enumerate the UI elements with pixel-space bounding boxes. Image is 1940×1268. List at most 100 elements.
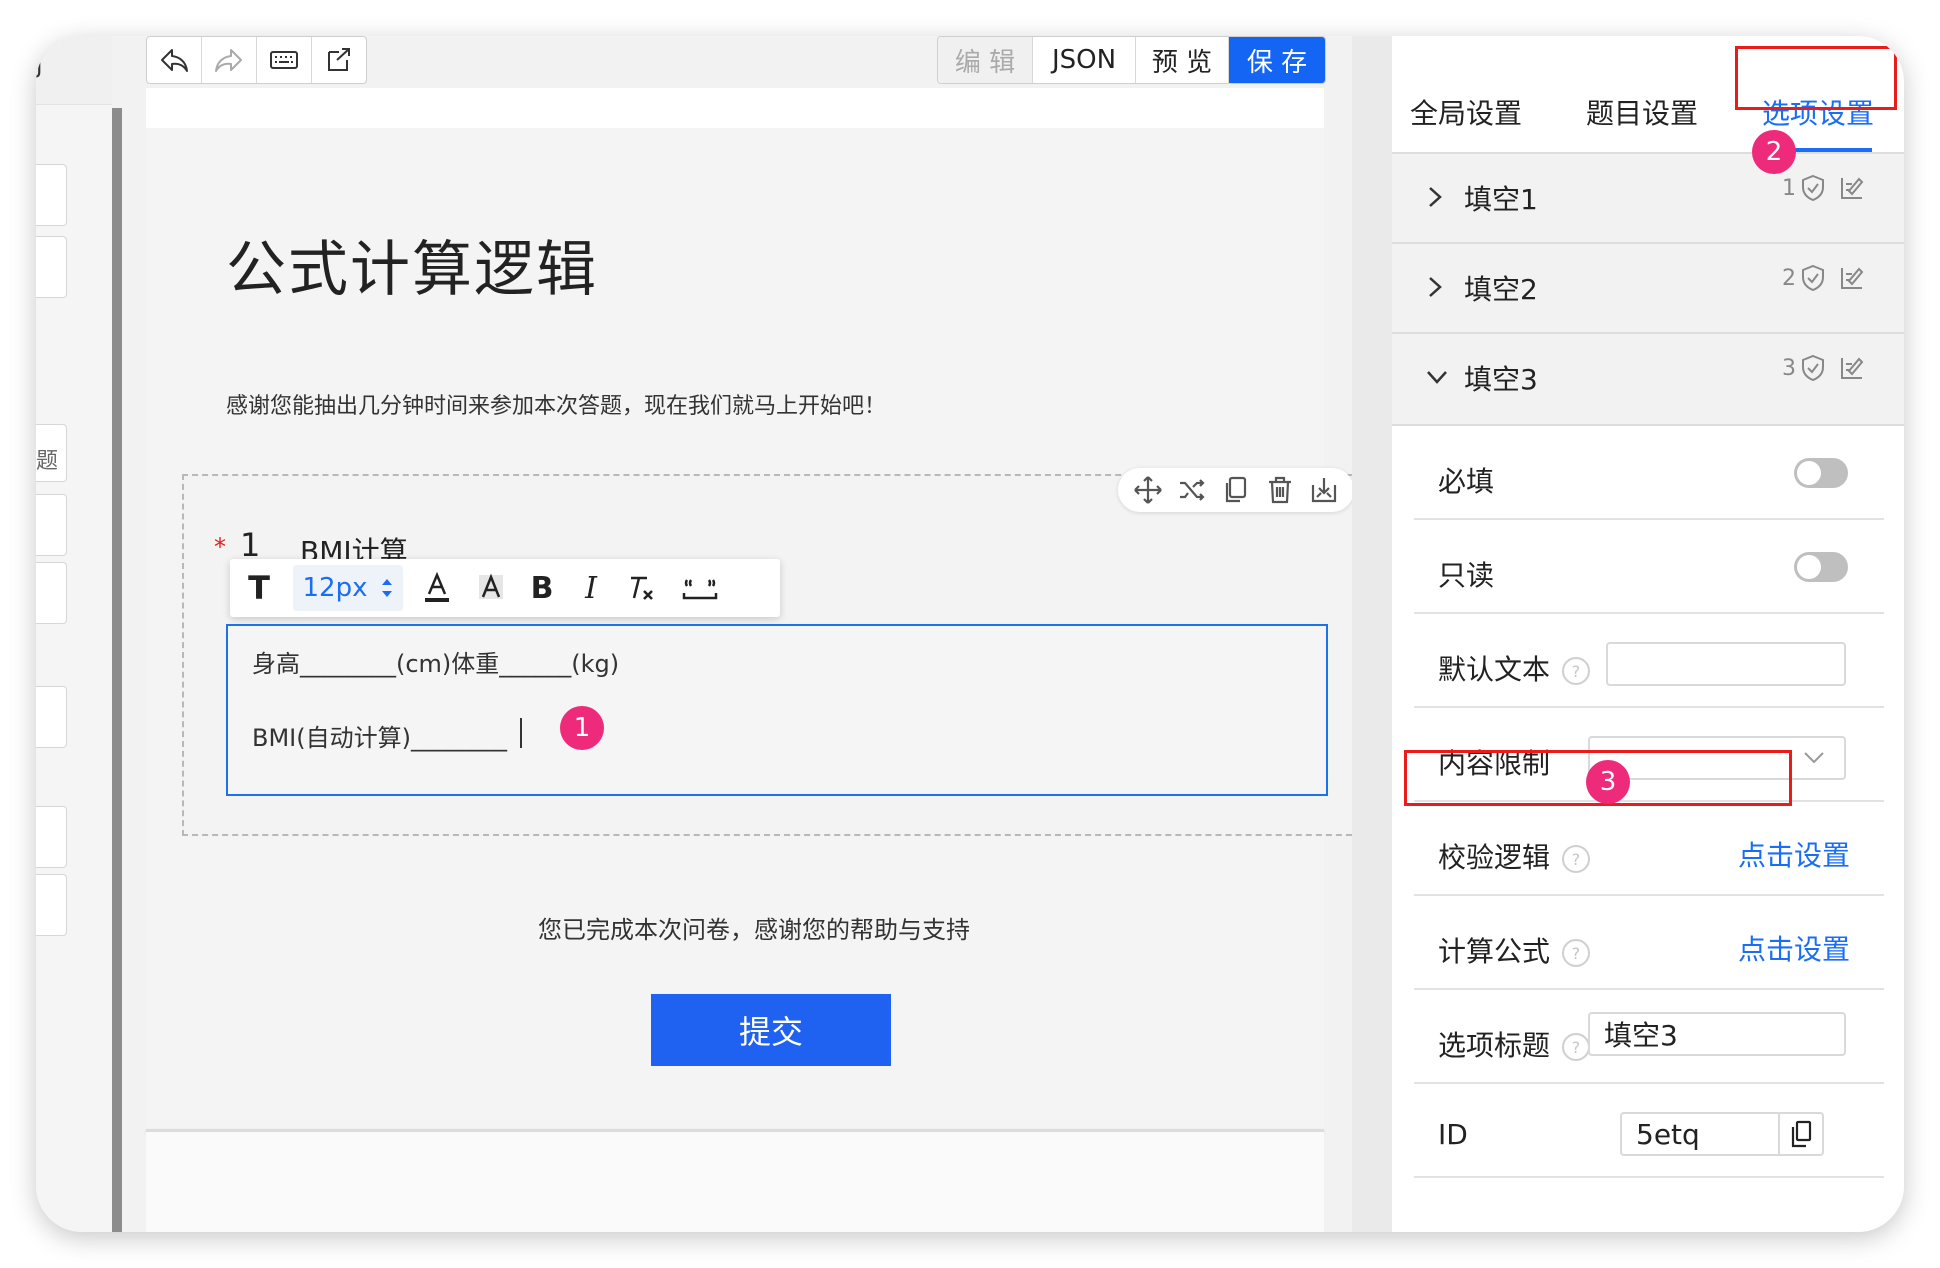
help-icon[interactable]: ? [1562, 657, 1591, 685]
edit-list-icon[interactable] [1838, 174, 1866, 202]
highlight-option-tab [1735, 46, 1897, 110]
blank-item-count: 1 [1782, 175, 1796, 201]
text-cursor [520, 718, 522, 748]
shuffle-icon[interactable] [1177, 475, 1207, 505]
trash-icon[interactable] [1265, 475, 1295, 505]
id-value[interactable]: 5etq [1636, 1118, 1700, 1151]
bold-button[interactable]: B [516, 559, 568, 617]
canvas-top [146, 88, 1324, 128]
help-icon[interactable]: ? [1562, 1033, 1591, 1061]
left-top-char: J [36, 54, 43, 79]
panel-gap [1352, 36, 1392, 1232]
left-field-text: 题 [36, 449, 59, 474]
blank-item-3[interactable]: 填空3 3 [1392, 332, 1904, 422]
move-icon[interactable] [1133, 475, 1163, 505]
redo-icon [215, 49, 242, 72]
survey-intro[interactable]: 感谢您能抽出几分钟时间来参加本次答题，现在我们就马上开始吧！ [226, 388, 886, 420]
text-style-button[interactable]: T [230, 559, 288, 617]
preview-mode-button[interactable]: 预 览 [1136, 37, 1229, 83]
edit-mode-button[interactable]: 编 辑 [938, 37, 1033, 83]
undo-icon [161, 49, 188, 72]
shield-check-icon[interactable] [1800, 354, 1826, 382]
content-line-height-weight: 身高________(cm)体重______(kg) [252, 650, 620, 678]
font-size-select[interactable]: 12px [288, 559, 408, 617]
toggle-knob [1797, 555, 1821, 579]
prop-row-id: ID 5etq [1414, 1084, 1884, 1178]
validation-set-link[interactable]: 点击设置 [1738, 834, 1850, 874]
save-template-icon[interactable] [1309, 475, 1339, 505]
option-properties: 必填 只读 默认文本? 内容限制 校验逻辑? 点击设置 计算公式 ? 点击设置 … [1392, 424, 1904, 1232]
help-icon[interactable]: ? [1562, 845, 1591, 873]
prop-row-default-text: 默认文本? [1414, 614, 1884, 708]
left-field[interactable] [36, 236, 67, 298]
default-text-label: 默认文本? [1438, 648, 1591, 688]
export-button[interactable] [312, 37, 366, 83]
readonly-toggle[interactable] [1794, 552, 1848, 582]
left-divider[interactable] [112, 108, 122, 1232]
keyboard-button[interactable] [257, 37, 312, 83]
text-style-icon: T [248, 569, 270, 607]
blank-item-count: 2 [1782, 265, 1796, 291]
copy-icon[interactable] [1221, 475, 1251, 505]
help-icon[interactable]: ? [1562, 939, 1591, 967]
mode-toolbar: 编 辑 JSON 预 览 保 存 [937, 36, 1326, 84]
stepper-icon [382, 579, 393, 597]
required-toggle[interactable] [1794, 458, 1848, 488]
left-field[interactable] [36, 806, 67, 868]
blank-item-meta: 2 [1782, 264, 1866, 292]
settings-panel: 全局设置 题目设置 选项设置 填空1 1 填空2 2 填空3 3 2 必填 只读… [1392, 36, 1904, 1232]
redo-button[interactable] [202, 37, 257, 83]
submit-button[interactable]: 提交 [651, 994, 891, 1066]
left-sidebar: J 题 [36, 36, 112, 1232]
prop-row-validation: 校验逻辑? 点击设置 [1414, 802, 1884, 896]
insert-blank-button[interactable] [668, 559, 732, 617]
copy-id-button[interactable] [1778, 1114, 1822, 1154]
formula-set-link[interactable]: 点击设置 [1738, 928, 1850, 968]
prop-row-option-title: 选项标题? [1414, 990, 1884, 1084]
question-content-editor[interactable]: 身高________(cm)体重______(kg) BMI(自动计算)____… [226, 624, 1328, 796]
highlight-icon [479, 573, 503, 599]
copy-icon [1791, 1120, 1812, 1148]
left-field[interactable] [36, 164, 67, 226]
shield-check-icon[interactable] [1800, 174, 1826, 202]
default-text-input[interactable] [1606, 642, 1846, 686]
edit-list-icon[interactable] [1838, 264, 1866, 292]
undo-button[interactable] [147, 37, 202, 83]
question-actions [1118, 468, 1354, 512]
step-badge-2: 2 [1752, 130, 1796, 174]
content-line-bmi: BMI(自动计算)________ [252, 724, 507, 752]
blank-item-1[interactable]: 填空1 1 [1392, 152, 1904, 242]
tab-question-settings[interactable]: 题目设置 [1586, 92, 1698, 132]
validation-label: 校验逻辑? [1438, 836, 1591, 876]
required-label: 必填 [1438, 465, 1495, 498]
tab-global-settings[interactable]: 全局设置 [1410, 92, 1522, 132]
italic-button[interactable]: I [568, 559, 614, 617]
bold-icon: B [530, 570, 554, 606]
option-title-input[interactable] [1588, 1012, 1846, 1056]
blank-item-label: 填空3 [1464, 363, 1538, 396]
save-button[interactable]: 保 存 [1229, 37, 1325, 83]
survey-title[interactable]: 公式计算逻辑 [226, 221, 598, 308]
chevron-down-icon [1427, 371, 1447, 384]
format-toolbar: T 12px B I [230, 559, 780, 617]
font-color-button[interactable] [408, 559, 466, 617]
highlight-button[interactable] [466, 559, 516, 617]
clear-format-button[interactable] [614, 559, 668, 617]
json-mode-button[interactable]: JSON [1033, 37, 1136, 83]
edit-list-icon[interactable] [1838, 354, 1866, 382]
left-field[interactable] [36, 494, 67, 556]
toggle-knob [1797, 461, 1821, 485]
left-topbar: J [36, 36, 112, 105]
left-field[interactable] [36, 562, 67, 624]
blank-item-2[interactable]: 填空2 2 [1392, 242, 1904, 332]
canvas-below [146, 1132, 1324, 1232]
clear-format-icon [631, 576, 653, 600]
blank-item-count: 3 [1782, 355, 1796, 381]
left-field[interactable] [36, 686, 67, 748]
left-field[interactable] [36, 874, 67, 936]
export-icon [328, 48, 350, 71]
formula-label-text: 计算公式 [1438, 935, 1551, 968]
left-field-label[interactable]: 题 [36, 424, 67, 482]
shield-check-icon[interactable] [1800, 264, 1826, 292]
app-window: J 题 编 辑 JSON 预 览 保 存 公式计算逻辑 感谢您能抽出几分钟时间来… [36, 36, 1904, 1232]
